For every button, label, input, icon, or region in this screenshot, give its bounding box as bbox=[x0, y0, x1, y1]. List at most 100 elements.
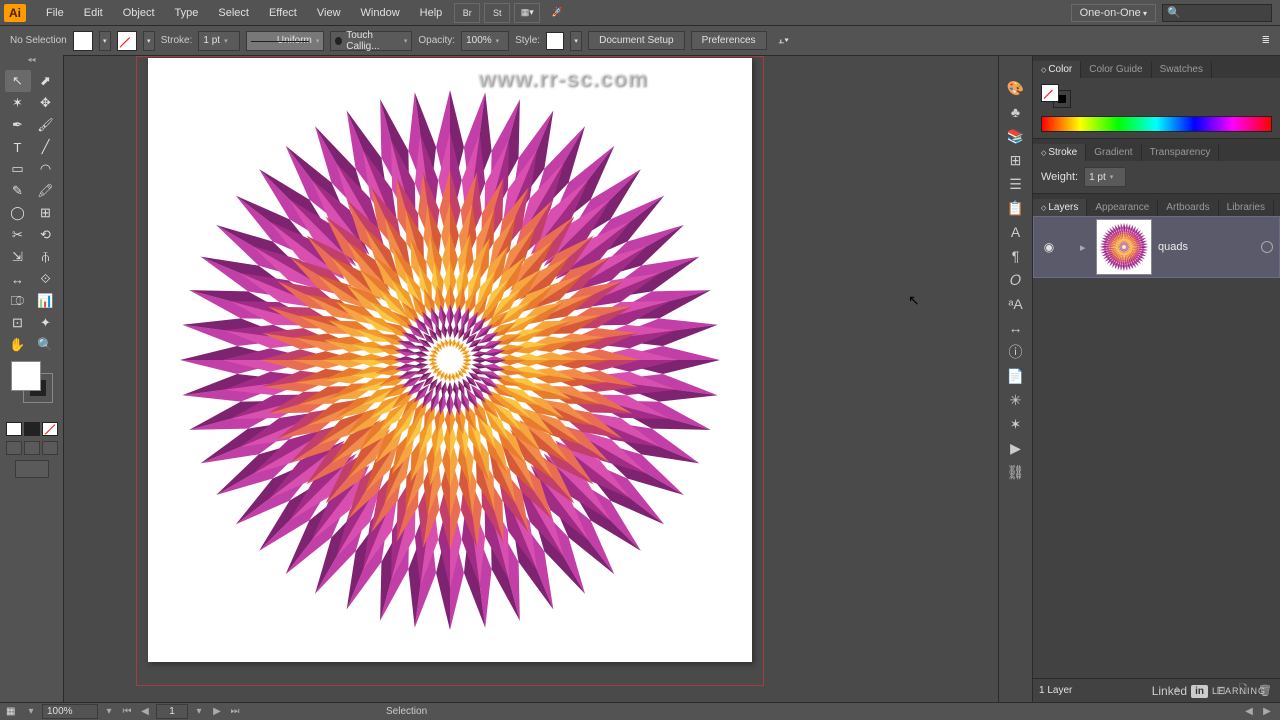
color-mode[interactable] bbox=[6, 422, 22, 436]
tool-0-0[interactable]: ↖ bbox=[5, 70, 31, 92]
first-artboard-icon[interactable]: ⏮ bbox=[120, 706, 134, 717]
draw-behind[interactable] bbox=[24, 441, 40, 455]
dock-icon-11[interactable]: ⓘ bbox=[1004, 340, 1028, 364]
tool-0-1[interactable]: ⬈ bbox=[33, 70, 59, 92]
dock-icon-2[interactable]: 📚 bbox=[1004, 124, 1028, 148]
tab-libraries[interactable]: Libraries bbox=[1219, 199, 1274, 216]
dock-icon-10[interactable]: ↔ bbox=[1004, 316, 1028, 340]
menu-type[interactable]: Type bbox=[165, 3, 209, 23]
dock-icon-9[interactable]: ᵃA bbox=[1004, 292, 1028, 316]
dock-icon-15[interactable]: ▶ bbox=[1004, 436, 1028, 460]
tool-5-0[interactable]: ✎ bbox=[5, 180, 31, 202]
dock-icon-14[interactable]: ✶ bbox=[1004, 412, 1028, 436]
preferences-button[interactable]: Preferences bbox=[691, 31, 767, 50]
dock-icon-0[interactable]: 🎨 bbox=[1004, 76, 1028, 100]
dock-icon-16[interactable]: ⛓ bbox=[1004, 460, 1028, 484]
tool-4-0[interactable]: ▭ bbox=[5, 158, 31, 180]
fill-color[interactable] bbox=[11, 361, 41, 391]
control-bar-menu-icon[interactable]: ≣ bbox=[1262, 35, 1270, 46]
status-menu-icon[interactable]: ▦ bbox=[6, 706, 20, 717]
artboard-number[interactable]: 1 bbox=[156, 704, 188, 719]
menu-file[interactable]: File bbox=[36, 3, 74, 23]
tool-12-1[interactable]: 🔍 bbox=[33, 334, 59, 356]
dock-icon-1[interactable]: ♣ bbox=[1004, 100, 1028, 124]
stroke-swatch[interactable] bbox=[117, 31, 137, 51]
tab-layers[interactable]: Layers bbox=[1033, 199, 1087, 216]
dock-icon-6[interactable]: A bbox=[1004, 220, 1028, 244]
menu-view[interactable]: View bbox=[307, 3, 351, 23]
dock-icon-8[interactable]: 𝑂 bbox=[1004, 268, 1028, 292]
tab-artboards[interactable]: Artboards bbox=[1158, 199, 1218, 216]
fill-swatch[interactable] bbox=[73, 31, 93, 51]
artboard-dropdown[interactable]: ▾ bbox=[192, 706, 206, 717]
bridge-icon[interactable]: Br bbox=[454, 3, 480, 23]
visibility-toggle-icon[interactable]: ◉ bbox=[1040, 238, 1058, 256]
tool-3-1[interactable]: ╱ bbox=[33, 136, 59, 158]
stock-icon[interactable]: St bbox=[484, 3, 510, 23]
last-artboard-icon[interactable]: ⏭ bbox=[228, 706, 242, 717]
dock-icon-4[interactable]: ☰ bbox=[1004, 172, 1028, 196]
tool-9-0[interactable]: ↔ bbox=[5, 268, 31, 290]
menu-select[interactable]: Select bbox=[208, 3, 259, 23]
tool-9-1[interactable]: ⟐ bbox=[33, 268, 59, 290]
target-icon[interactable] bbox=[1261, 241, 1273, 253]
menu-effect[interactable]: Effect bbox=[259, 3, 307, 23]
color-spectrum[interactable] bbox=[1041, 116, 1272, 132]
layer-name[interactable]: quads bbox=[1158, 241, 1255, 253]
zoom-dropdown[interactable]: ▾ bbox=[102, 706, 116, 717]
menu-help[interactable]: Help bbox=[410, 3, 453, 23]
dock-icon-12[interactable]: 📄 bbox=[1004, 364, 1028, 388]
tool-10-0[interactable]: ⎄ bbox=[5, 290, 31, 312]
tab-gradient[interactable]: Gradient bbox=[1086, 144, 1141, 161]
search-input[interactable]: 🔍 bbox=[1162, 4, 1272, 22]
dock-icon-13[interactable]: ✳ bbox=[1004, 388, 1028, 412]
menu-object[interactable]: Object bbox=[113, 3, 165, 23]
tab-color-guide[interactable]: Color Guide bbox=[1081, 61, 1151, 78]
fill-dropdown[interactable]: ▾ bbox=[99, 31, 111, 51]
workspace-switcher[interactable]: One-on-One bbox=[1071, 4, 1156, 22]
dock-icon-7[interactable]: ¶ bbox=[1004, 244, 1028, 268]
tool-3-0[interactable]: T bbox=[5, 136, 31, 158]
tool-2-1[interactable]: 🖌 bbox=[33, 114, 59, 136]
tool-2-0[interactable]: ✒ bbox=[5, 114, 31, 136]
tool-5-1[interactable]: 🖍 bbox=[33, 180, 59, 202]
stroke-dropdown[interactable]: ▾ bbox=[143, 31, 155, 51]
fill-stroke-control[interactable] bbox=[11, 361, 53, 403]
tab-transparency[interactable]: Transparency bbox=[1142, 144, 1220, 161]
opacity-input[interactable]: 100% bbox=[461, 31, 509, 51]
tool-7-0[interactable]: ✂ bbox=[5, 224, 31, 246]
tab-stroke[interactable]: Stroke bbox=[1033, 144, 1086, 161]
tab-swatches[interactable]: Swatches bbox=[1152, 61, 1212, 78]
brush-definition[interactable]: Touch Callig... bbox=[330, 31, 412, 51]
graphic-style[interactable] bbox=[546, 32, 564, 50]
tool-12-0[interactable]: ✋ bbox=[5, 334, 31, 356]
document-setup-button[interactable]: Document Setup bbox=[588, 31, 685, 50]
menu-window[interactable]: Window bbox=[351, 3, 410, 23]
weight-input[interactable]: 1 pt bbox=[1084, 167, 1126, 187]
menu-edit[interactable]: Edit bbox=[74, 3, 113, 23]
none-mode[interactable] bbox=[42, 422, 58, 436]
arrange-docs-icon[interactable]: ▦▾ bbox=[514, 3, 540, 23]
zoom-level[interactable]: 100% bbox=[42, 704, 98, 719]
draw-inside[interactable] bbox=[42, 441, 58, 455]
artboard[interactable] bbox=[148, 58, 752, 662]
scroll-left-icon[interactable]: ◀ bbox=[1242, 706, 1256, 717]
tool-1-0[interactable]: ✶ bbox=[5, 92, 31, 114]
tool-4-1[interactable]: ◠ bbox=[33, 158, 59, 180]
tool-11-1[interactable]: ✦ bbox=[33, 312, 59, 334]
tool-10-1[interactable]: 📊 bbox=[33, 290, 59, 312]
stroke-weight-input[interactable]: 1 pt bbox=[198, 31, 240, 51]
toolbox-collapse[interactable]: ◂◂ bbox=[0, 55, 63, 65]
tab-appearance[interactable]: Appearance bbox=[1087, 199, 1158, 216]
status-dropdown-icon[interactable]: ▾ bbox=[24, 706, 38, 717]
stroke-profile[interactable]: Uniform bbox=[246, 31, 324, 51]
dock-icon-5[interactable]: 📋 bbox=[1004, 196, 1028, 220]
gradient-mode[interactable] bbox=[24, 422, 40, 436]
next-artboard-icon[interactable]: ▶ bbox=[210, 706, 224, 717]
tool-8-0[interactable]: ⇲ bbox=[5, 246, 31, 268]
panel-fill-swatch[interactable] bbox=[1041, 84, 1059, 102]
tool-6-0[interactable]: ◯ bbox=[5, 202, 31, 224]
tab-color[interactable]: Color bbox=[1033, 61, 1081, 78]
tool-8-1[interactable]: ⫚ bbox=[33, 246, 59, 268]
tool-7-1[interactable]: ⟲ bbox=[33, 224, 59, 246]
